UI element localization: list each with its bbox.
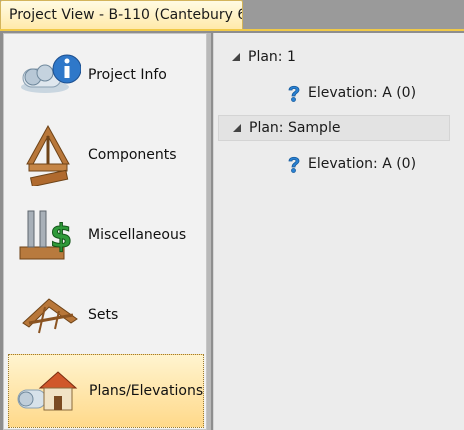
nav-label: Project Info	[88, 67, 167, 83]
nav-label: Plans/Elevations	[89, 383, 204, 399]
panel-splitter[interactable]	[207, 33, 211, 430]
tree-node-plan[interactable]: Plan: 1	[218, 44, 450, 70]
nav-item-miscellaneous[interactable]: $ Miscellaneous	[8, 198, 204, 272]
elevation-label: Elevation: A (0)	[308, 85, 417, 101]
nav-label: Miscellaneous	[88, 227, 187, 243]
expand-collapse-icon[interactable]	[232, 53, 240, 61]
sets-truss-bundle-icon	[8, 278, 88, 352]
nav-label: Sets	[88, 307, 119, 323]
nav-item-project-info[interactable]: Project Info	[8, 38, 204, 112]
question-mark-icon	[288, 85, 300, 102]
nav-item-sets[interactable]: Sets	[8, 278, 204, 352]
project-info-icon	[8, 38, 88, 112]
expand-collapse-icon[interactable]	[233, 124, 241, 132]
plan-label: Plan: 1	[248, 49, 296, 65]
nav-item-plans-elevations[interactable]: Plans/Elevations	[8, 354, 204, 428]
nav-label: Components	[88, 147, 177, 163]
components-truss-icon	[8, 118, 88, 192]
tree-node-elevation[interactable]: Elevation: A (0)	[286, 80, 416, 106]
plan-label: Plan: Sample	[249, 120, 341, 136]
plans-house-icon	[9, 354, 89, 428]
miscellaneous-hangers-money-icon: $	[8, 198, 88, 272]
tree-node-plan[interactable]: Plan: Sample	[218, 115, 450, 141]
nav-item-components[interactable]: Components	[8, 118, 204, 192]
tree-node-elevation[interactable]: Elevation: A (0)	[286, 151, 416, 177]
question-mark-icon	[288, 156, 300, 173]
tab-title: Project View - B-110 (Cantebury 6)	[9, 7, 243, 23]
left-navigation: Project Info Components $ Miscellaneous	[3, 33, 207, 430]
project-view-tab[interactable]: Project View - B-110 (Cantebury 6)	[0, 0, 243, 30]
svg-text:$: $	[50, 217, 72, 255]
plan-tree: Plan: 1 Elevation: A (0) Plan: Sample El…	[213, 33, 464, 430]
elevation-label: Elevation: A (0)	[308, 156, 417, 172]
